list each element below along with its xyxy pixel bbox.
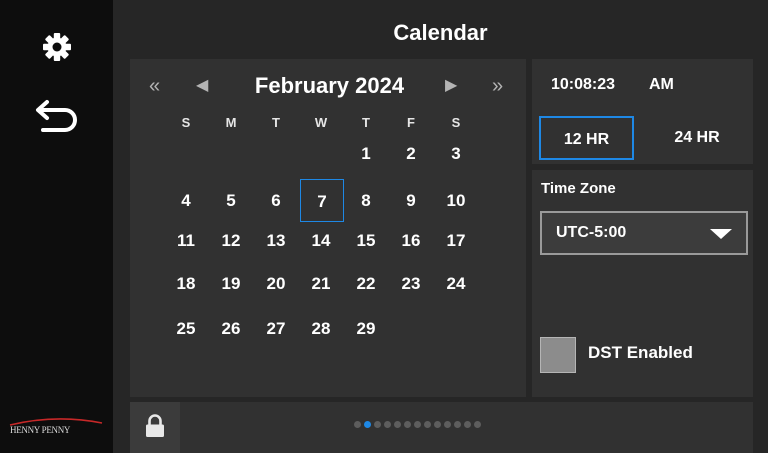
- calendar-day[interactable]: 21: [299, 264, 343, 304]
- am-pm-indicator: AM: [649, 76, 674, 93]
- page-dot[interactable]: [374, 421, 381, 428]
- calendar-day[interactable]: 16: [389, 221, 433, 261]
- calendar-day[interactable]: 13: [254, 221, 298, 261]
- brand-logo: HENNY PENNY: [10, 425, 71, 435]
- calendar-day[interactable]: 29: [344, 309, 388, 349]
- page-dot[interactable]: [434, 421, 441, 428]
- 12-hour-button[interactable]: 12 HR: [539, 116, 634, 160]
- calendar-day[interactable]: 2: [389, 134, 433, 174]
- lock-icon: [145, 414, 165, 443]
- calendar-day[interactable]: 7: [300, 179, 344, 222]
- calendar-day[interactable]: 12: [209, 221, 253, 261]
- calendar-day[interactable]: 20: [254, 264, 298, 304]
- prev-month-button[interactable]: ◀: [196, 72, 208, 100]
- timezone-value: UTC-5:00: [556, 224, 627, 241]
- back-button[interactable]: [22, 96, 92, 142]
- weekday-label: S: [451, 115, 461, 130]
- calendar-day[interactable]: 25: [164, 309, 208, 349]
- calendar-day[interactable]: 8: [344, 181, 388, 221]
- month-label: February 2024: [254, 73, 405, 98]
- weekday-label: W: [314, 115, 328, 130]
- timezone-select[interactable]: UTC-5:00: [540, 211, 748, 255]
- next-year-button[interactable]: »: [492, 72, 503, 100]
- weekday-label: F: [407, 115, 415, 130]
- gear-icon: [42, 32, 72, 67]
- prev-year-button[interactable]: «: [149, 72, 160, 100]
- calendar-day[interactable]: 19: [209, 264, 253, 304]
- calendar-day[interactable]: 10: [434, 181, 478, 221]
- weekday-label: T: [362, 115, 370, 130]
- calendar-day[interactable]: 27: [254, 309, 298, 349]
- weekday-label: S: [181, 115, 191, 130]
- page-dot[interactable]: [454, 421, 461, 428]
- calendar-day[interactable]: 14: [299, 221, 343, 261]
- page-dot[interactable]: [444, 421, 451, 428]
- dropdown-arrow-icon: [710, 229, 732, 239]
- calendar-day[interactable]: 23: [389, 264, 433, 304]
- page-dot[interactable]: [404, 421, 411, 428]
- lock-button[interactable]: [130, 402, 180, 453]
- page-dot[interactable]: [384, 421, 391, 428]
- weekday-label: M: [225, 115, 237, 130]
- calendar-day[interactable]: 15: [344, 221, 388, 261]
- settings-button[interactable]: [22, 26, 92, 72]
- calendar-day[interactable]: 24: [434, 264, 478, 304]
- calendar-day[interactable]: 26: [209, 309, 253, 349]
- calendar-day[interactable]: 18: [164, 264, 208, 304]
- sidebar: HENNY PENNY: [0, 0, 113, 453]
- page-indicator: [354, 421, 481, 429]
- calendar-day[interactable]: 5: [209, 181, 253, 221]
- back-arrow-icon: [31, 99, 83, 140]
- calendar-day[interactable]: 3: [434, 134, 478, 174]
- dst-checkbox[interactable]: [540, 337, 576, 373]
- current-time: 10:08:23: [551, 76, 616, 93]
- page-title: Calendar: [393, 20, 488, 45]
- 24-hour-button[interactable]: 24 HR: [648, 116, 746, 160]
- page-dot[interactable]: [364, 421, 371, 428]
- calendar-day[interactable]: 28: [299, 309, 343, 349]
- page-dot[interactable]: [414, 421, 421, 428]
- calendar-day[interactable]: 4: [164, 181, 208, 221]
- calendar-day[interactable]: 9: [389, 181, 433, 221]
- calendar-day[interactable]: 1: [344, 134, 388, 174]
- weekday-label: T: [272, 115, 280, 130]
- page-dot[interactable]: [394, 421, 401, 428]
- next-month-button[interactable]: ▶: [445, 72, 457, 100]
- page-dot[interactable]: [474, 421, 481, 428]
- calendar-day[interactable]: 11: [164, 221, 208, 261]
- page-dot[interactable]: [424, 421, 431, 428]
- page-dot[interactable]: [354, 421, 361, 428]
- timezone-label: Time Zone: [541, 180, 616, 197]
- calendar-day[interactable]: 22: [344, 264, 388, 304]
- calendar-day[interactable]: 17: [434, 221, 478, 261]
- dst-label: DST Enabled: [588, 343, 693, 362]
- calendar-day[interactable]: 6: [254, 181, 298, 221]
- page-dot[interactable]: [464, 421, 471, 428]
